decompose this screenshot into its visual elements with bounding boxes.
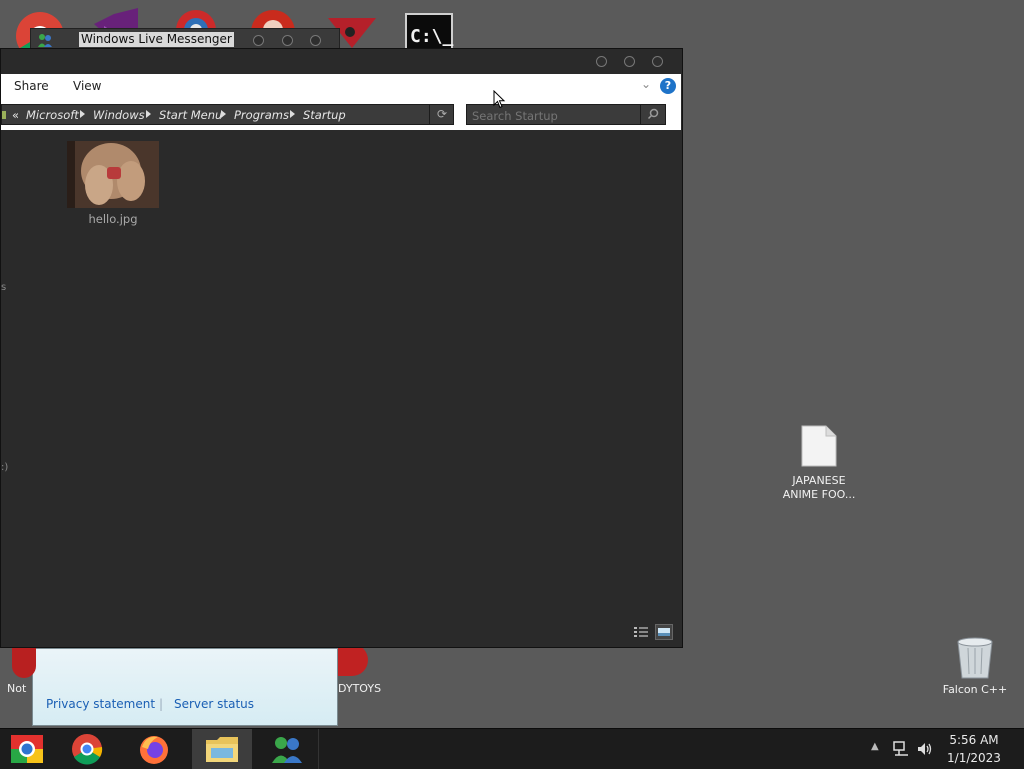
help-icon[interactable]: ? (660, 78, 676, 94)
large-icons-view-icon[interactable] (655, 624, 673, 640)
breadcrumb-arrow-icon[interactable] (290, 110, 295, 118)
refresh-icon[interactable]: ⟳ (429, 105, 454, 124)
chrome-icon (71, 733, 103, 768)
desktop-file-label-line1: JAPANESE (792, 474, 846, 487)
privacy-statement-link[interactable]: Privacy statement (46, 697, 155, 711)
document-icon (800, 424, 838, 471)
breadcrumb-item[interactable]: Programs (234, 108, 289, 122)
breadcrumb-item[interactable]: Windows (93, 108, 145, 122)
clock-date[interactable]: 1/1/2023 (944, 751, 1004, 765)
minimize-button[interactable] (253, 35, 264, 46)
maximize-button[interactable] (624, 56, 635, 67)
messenger-title-bar[interactable]: Windows Live Messenger (30, 28, 340, 50)
nav-pane-fragment[interactable]: s (1, 282, 6, 293)
messenger-footer-panel: Privacy statement | Server status (32, 648, 338, 726)
network-icon[interactable] (892, 740, 910, 761)
folder-icon (2, 111, 6, 119)
file-explorer-window[interactable]: Share View ⌄ ? « Microsoft Windows Start… (0, 48, 683, 648)
taskbar-app-chromium[interactable] (0, 729, 60, 769)
tab-share[interactable]: Share (14, 79, 49, 93)
partial-desktop-icon[interactable] (338, 644, 368, 676)
show-hidden-icons-icon[interactable]: ▲ (871, 741, 879, 752)
taskbar-app-chrome[interactable] (60, 729, 120, 769)
maximize-button[interactable] (282, 35, 293, 46)
file-name: hello.jpg (88, 212, 138, 226)
messenger-icon (270, 734, 304, 767)
partial-desktop-icon[interactable] (12, 644, 36, 678)
partial-desktop-label: DYTOYS (338, 682, 382, 695)
minimize-button[interactable] (596, 56, 607, 67)
breadcrumb-arrow-icon[interactable] (80, 110, 85, 118)
breadcrumb-arrow-icon[interactable] (221, 110, 226, 118)
file-explorer-icon (205, 734, 239, 767)
recycle-bin-icon (954, 634, 996, 683)
recycle-bin-label: Falcon C++ (942, 683, 1008, 696)
taskbar-divider (318, 729, 319, 769)
partial-desktop-label: Not (7, 682, 27, 695)
address-row: « Microsoft Windows Start Menu Programs … (1, 98, 681, 130)
breadcrumb-item[interactable]: Startup (303, 108, 346, 122)
breadcrumb-arrow-icon[interactable] (146, 110, 151, 118)
messenger-title: Windows Live Messenger (79, 32, 234, 47)
details-view-icon[interactable] (633, 625, 649, 639)
search-icon[interactable] (640, 105, 665, 124)
taskbar-app-firefox[interactable] (124, 729, 184, 769)
clock-time[interactable]: 5:56 AM (944, 733, 1004, 747)
close-button[interactable] (310, 35, 321, 46)
breadcrumb-overflow[interactable]: « (12, 108, 19, 122)
link-separator: | (159, 697, 164, 711)
chromium-icon (10, 733, 44, 768)
command-prompt-desktop-icon[interactable]: C:\_ (404, 6, 456, 51)
desktop-file-label-line2: ANIME FOO... (782, 488, 856, 501)
breadcrumb-item[interactable]: Microsoft (26, 108, 79, 122)
breadcrumb-item[interactable]: Start Menu (159, 108, 222, 122)
taskbar-app-messenger[interactable] (258, 729, 318, 769)
chevron-down-icon[interactable]: ⌄ (641, 77, 651, 91)
address-bar[interactable]: « Microsoft Windows Start Menu Programs … (1, 104, 454, 125)
taskbar-app-file-explorer[interactable] (192, 729, 252, 769)
tab-view[interactable]: View (73, 79, 101, 93)
taskbar: ▲ 5:56 AM 1/1/2023 (0, 728, 1024, 769)
svg-text:C:\_: C:\_ (410, 26, 454, 47)
close-button[interactable] (652, 56, 663, 67)
desktop-recycle-bin[interactable]: Falcon C++ (940, 632, 1010, 698)
ribbon: Share View ⌄ ? (1, 74, 681, 98)
firefox-icon (138, 733, 170, 768)
mouse-cursor-icon (493, 89, 507, 113)
server-status-link[interactable]: Server status (174, 697, 254, 711)
image-thumbnail[interactable] (67, 141, 159, 208)
volume-icon[interactable] (916, 740, 934, 761)
nav-pane-fragment[interactable]: :) (1, 462, 8, 473)
desktop-file-item[interactable]: JAPANESE ANIME FOO... (778, 424, 860, 504)
